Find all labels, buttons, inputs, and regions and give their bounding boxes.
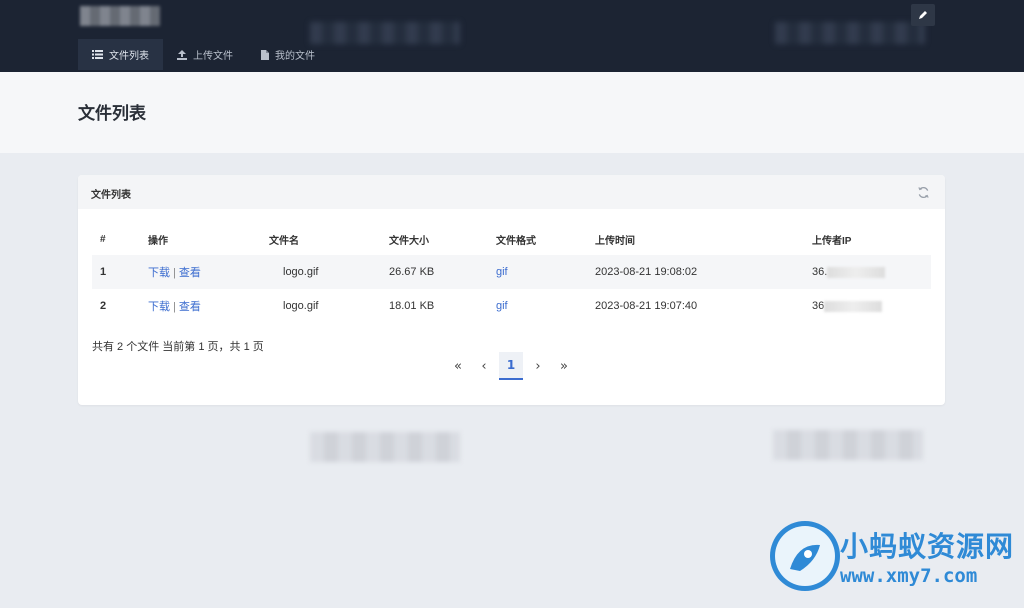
view-link[interactable]: 查看 bbox=[179, 267, 201, 279]
edit-button[interactable] bbox=[911, 4, 935, 26]
header-watermark-left bbox=[310, 22, 460, 44]
row-format: gif bbox=[488, 289, 587, 323]
row-format: gif bbox=[488, 255, 587, 289]
ip-prefix: 36 bbox=[812, 300, 825, 312]
refresh-icon[interactable] bbox=[917, 186, 930, 199]
header-watermark-right bbox=[775, 22, 925, 44]
footer-watermark-left bbox=[310, 432, 460, 462]
action-separator: | bbox=[173, 301, 176, 313]
site-logo[interactable] bbox=[80, 6, 160, 26]
page-number-current[interactable]: 1 bbox=[499, 352, 523, 380]
file-list-card: 文件列表 # 操作 文件名 文件大小 文件格式 上传时间 上传者IP 1 下载 … bbox=[78, 175, 945, 405]
page-header: 文件列表 bbox=[0, 72, 1024, 153]
download-link[interactable]: 下载 bbox=[148, 267, 170, 279]
card-title: 文件列表 bbox=[91, 190, 131, 201]
brand-watermark: 小蚂蚁资源网 www.xmy7.com bbox=[770, 521, 1020, 593]
page-title: 文件列表 bbox=[78, 104, 146, 123]
files-table: # 操作 文件名 文件大小 文件格式 上传时间 上传者IP 1 下载 | 查看 lo… bbox=[92, 223, 931, 323]
col-header-time: 上传时间 bbox=[595, 235, 635, 247]
row-filename: logo.gif bbox=[283, 266, 319, 278]
format-link[interactable]: gif bbox=[496, 266, 508, 278]
top-header: 文件列表 上传文件 我的文件 bbox=[0, 0, 1024, 72]
col-header-format: 文件格式 bbox=[496, 235, 536, 247]
view-link[interactable]: 查看 bbox=[179, 301, 201, 313]
col-header-filename: 文件名 bbox=[269, 235, 299, 247]
row-actions: 下载 | 查看 bbox=[140, 289, 261, 323]
nav-item-my-files[interactable]: 我的文件 bbox=[247, 39, 329, 70]
row-size: 18.01 KB bbox=[389, 300, 435, 312]
table-row: 2 下载 | 查看 logo.gif 18.01 KB gif 2023-08-21… bbox=[92, 289, 931, 323]
row-time: 2023-08-21 19:08:02 bbox=[595, 266, 698, 278]
row-ip: 36. bbox=[804, 255, 931, 289]
brand-name: 小蚂蚁资源网 bbox=[840, 530, 1015, 563]
action-separator: | bbox=[173, 267, 176, 279]
row-size: 26.67 KB bbox=[389, 266, 435, 278]
col-header-size: 文件大小 bbox=[389, 235, 429, 247]
card-header: 文件列表 bbox=[78, 175, 945, 209]
brand-url: www.xmy7.com bbox=[840, 565, 978, 587]
row-filename: logo.gif bbox=[283, 300, 319, 312]
prev-page-button[interactable]: ‹ bbox=[471, 352, 497, 380]
col-header-index: # bbox=[100, 233, 106, 245]
pagination: « ‹ 1 › » bbox=[445, 352, 577, 380]
upload-icon bbox=[177, 49, 187, 60]
format-link[interactable]: gif bbox=[496, 300, 508, 312]
row-index: 1 bbox=[100, 266, 107, 278]
file-icon bbox=[261, 49, 269, 60]
list-icon bbox=[92, 50, 103, 59]
ip-redacted bbox=[824, 300, 883, 312]
col-header-ip: 上传者IP bbox=[812, 235, 852, 247]
main-nav: 文件列表 上传文件 我的文件 bbox=[78, 39, 329, 70]
nav-item-label: 文件列表 bbox=[109, 51, 149, 62]
nav-item-label: 我的文件 bbox=[275, 51, 315, 62]
nav-item-label: 上传文件 bbox=[193, 51, 233, 62]
table-header-row: # 操作 文件名 文件大小 文件格式 上传时间 上传者IP bbox=[92, 223, 931, 255]
row-index: 2 bbox=[100, 300, 107, 312]
footer-watermark-right bbox=[773, 430, 923, 460]
ip-redacted bbox=[827, 266, 886, 278]
row-time: 2023-08-21 19:07:40 bbox=[595, 300, 698, 312]
row-ip: 36 bbox=[804, 289, 931, 323]
ip-prefix: 36. bbox=[812, 266, 828, 278]
nav-item-upload[interactable]: 上传文件 bbox=[163, 39, 247, 70]
row-actions: 下载 | 查看 bbox=[140, 255, 261, 289]
download-link[interactable]: 下载 bbox=[148, 301, 170, 313]
pagination-summary: 共有 2 个文件 当前第 1 页，共 1 页 bbox=[92, 341, 264, 353]
col-header-actions: 操作 bbox=[148, 235, 168, 247]
table-row: 1 下载 | 查看 logo.gif 26.67 KB gif 2023-08-21… bbox=[92, 255, 931, 289]
nav-item-file-list[interactable]: 文件列表 bbox=[78, 39, 163, 70]
last-page-button[interactable]: » bbox=[551, 352, 577, 380]
first-page-button[interactable]: « bbox=[445, 352, 471, 380]
pencil-icon bbox=[919, 11, 927, 19]
ant-logo-icon bbox=[770, 521, 840, 591]
next-page-button[interactable]: › bbox=[525, 352, 551, 380]
